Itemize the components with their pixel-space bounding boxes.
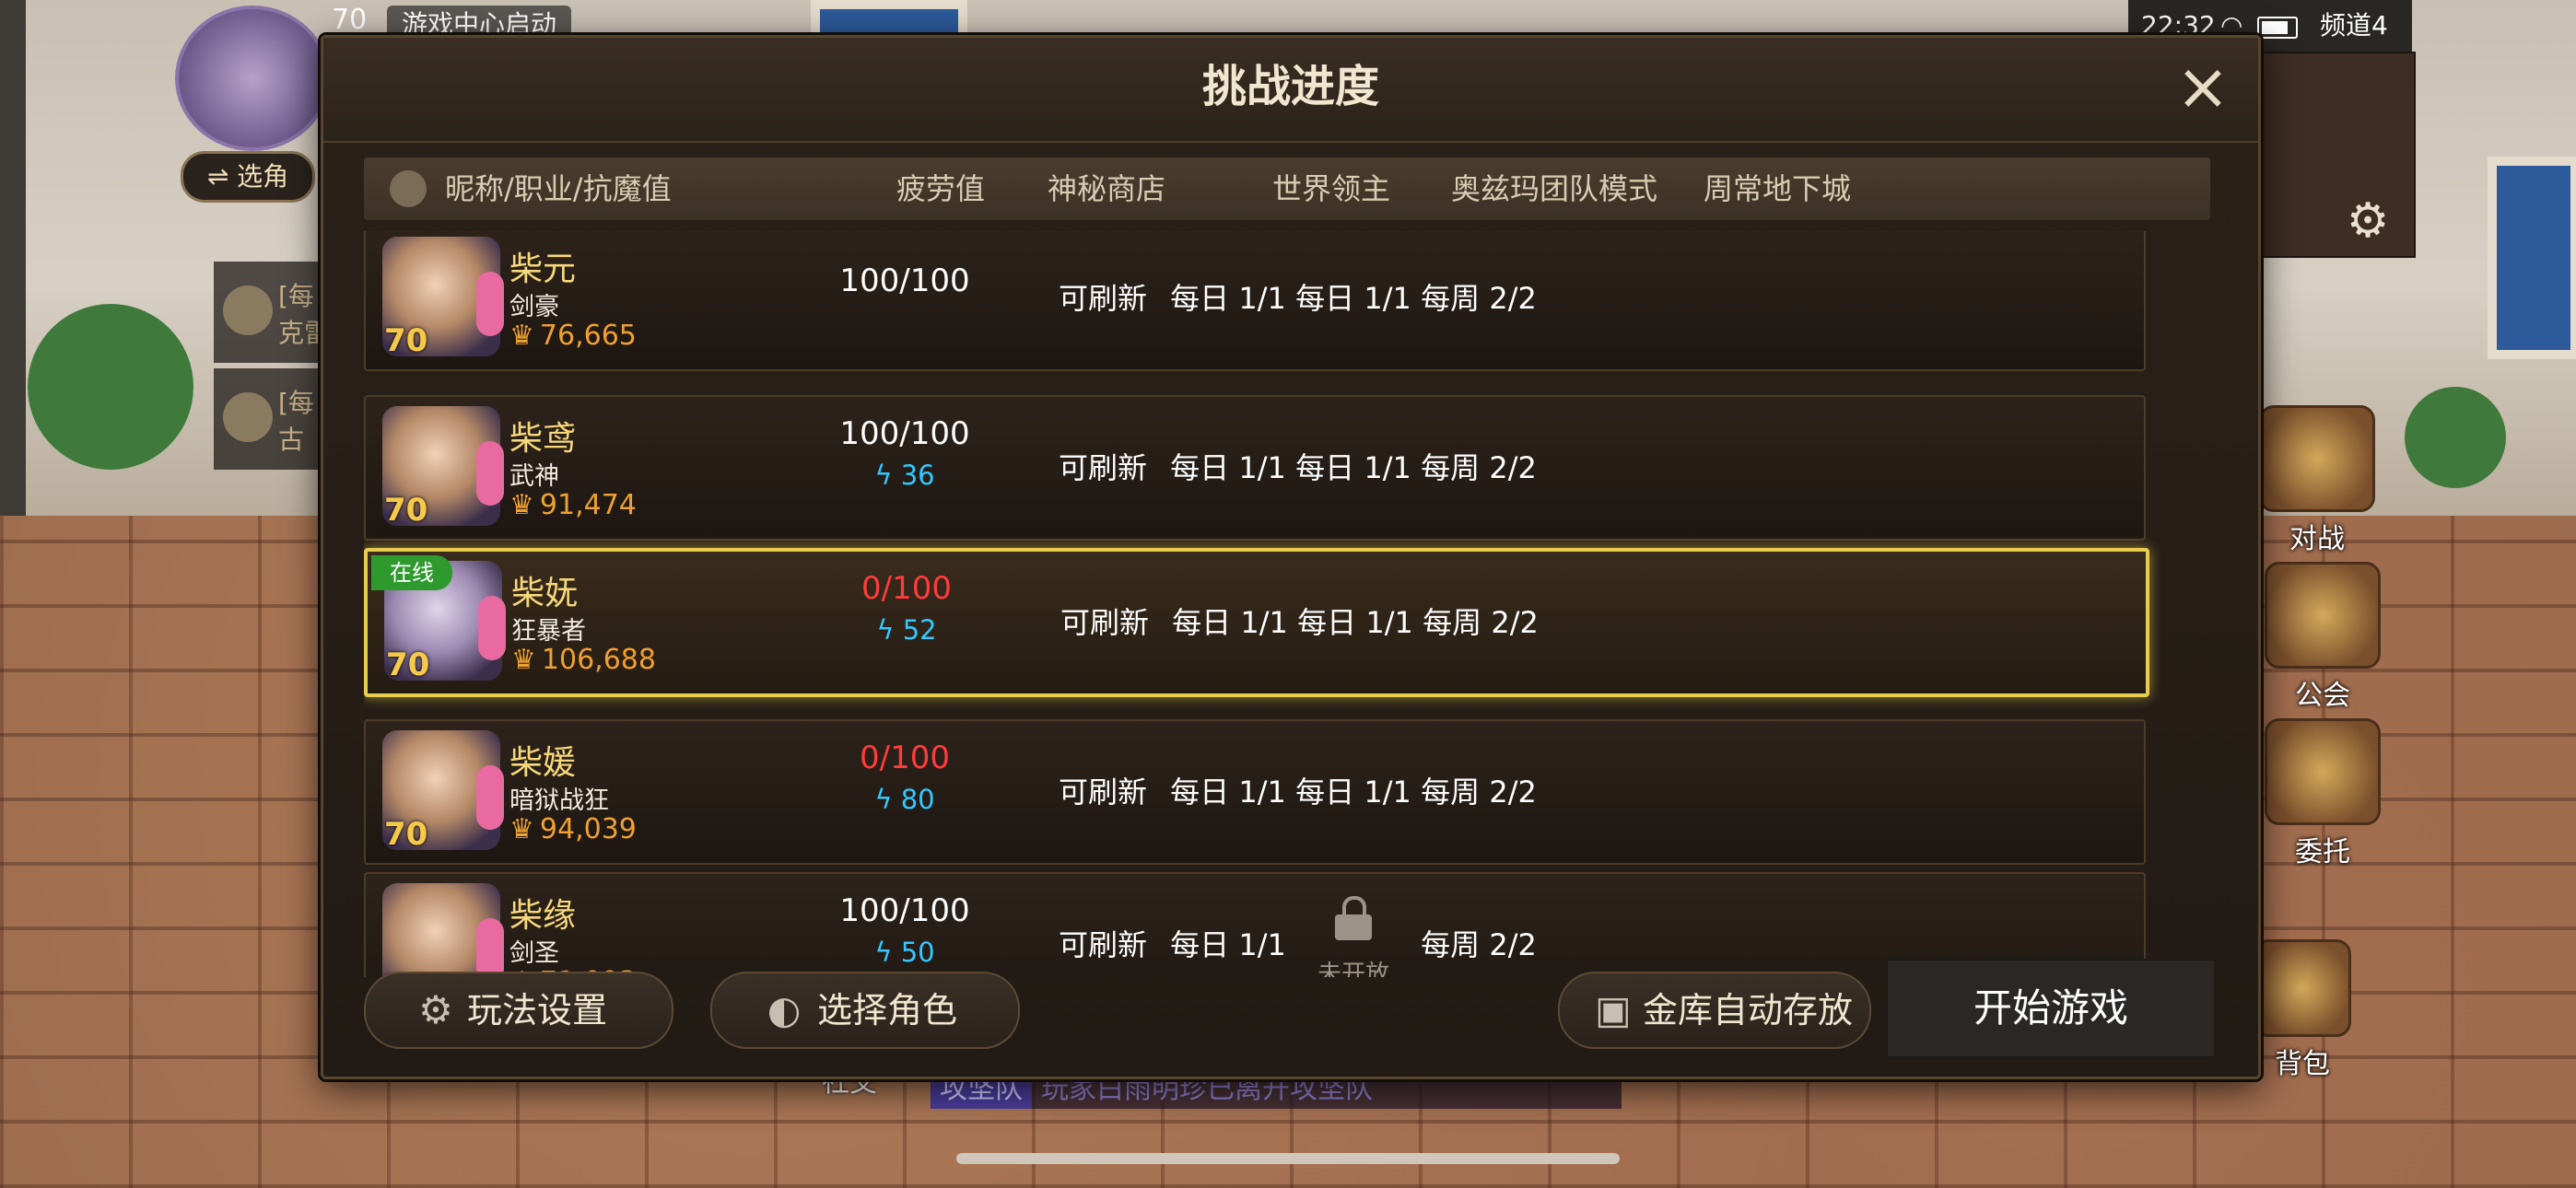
character-swap-icon: ◐ — [767, 987, 802, 1032]
flamingo-float-icon — [476, 272, 504, 336]
fatigue-value: 100/100 — [839, 415, 970, 452]
character-name: 柴缘 — [509, 897, 577, 935]
flamingo-float-icon — [476, 918, 504, 977]
character-name: 柴妩 — [511, 575, 579, 612]
lightning-icon: ϟ — [874, 460, 901, 491]
character-job: 狂暴者 — [511, 617, 586, 646]
character-power: ♛ 106,688 — [511, 644, 656, 676]
character-name: 柴鸢 — [509, 420, 577, 458]
lock-icon — [1335, 896, 1372, 940]
lightning-icon: ϟ — [874, 937, 901, 968]
header-weekly-dungeon: 周常地下城 — [1704, 171, 1852, 206]
column-header: 昵称/职业/抗魔值 疲劳值 神秘商店 世界领主 奥兹玛团队模式 周常地下城 — [364, 157, 2210, 220]
quest-text: [每古 — [278, 388, 314, 455]
character-level: 70 — [384, 813, 430, 856]
header-character: 昵称/职业/抗魔值 — [445, 171, 672, 206]
gear-icon[interactable]: ⚙ — [2340, 193, 2395, 249]
power-icon: ♛ — [509, 320, 534, 352]
character-job: 剑豪 — [509, 293, 559, 321]
close-icon[interactable]: × — [2173, 54, 2232, 119]
weekly-dungeon-status: 每周 2/2 — [1421, 281, 1537, 316]
weekly-dungeon-status: 每周 2/2 — [1421, 775, 1537, 809]
character-row[interactable]: 70柴缘剑圣♛71,093100/100ϟ 50可刷新每日 1/1未开放每周 2… — [364, 872, 2146, 977]
bush — [2405, 387, 2506, 488]
gameplay-settings-button[interactable]: ⚙ 玩法设置 — [364, 972, 673, 1049]
backpack-icon — [2254, 939, 2351, 1037]
character-level: 70 — [384, 489, 430, 531]
character-row[interactable]: 70 柴媛 暗狱战狂 ♛ 94,039 0/100 ϟ 80 可刷新 每日 1/1 每日 1/1 每… — [364, 719, 2146, 865]
home-indicator[interactable] — [956, 1153, 1620, 1164]
header-fatigue: 疲劳值 — [896, 171, 986, 206]
flamingo-float-icon — [478, 596, 506, 660]
fatigue-bonus: ϟ 80 — [874, 784, 935, 815]
character-job: 剑圣 — [509, 939, 559, 968]
crossed-swords-icon — [2259, 405, 2375, 512]
battery-icon — [2257, 17, 2298, 39]
character-job: 暗狱战狂 — [509, 786, 609, 815]
dialog-title: 挑战进度 — [323, 38, 2258, 143]
character-row[interactable]: 70 柴鸢 武神 ♛ 91,474 100/100 ϟ 36 可刷新 每日 1/1 每日 1/1 每… — [364, 395, 2146, 541]
fatigue-bonus: ϟ 52 — [876, 614, 937, 646]
notice-board-icon — [2265, 718, 2381, 825]
vault-icon: ▣ — [1595, 987, 1632, 1032]
guild-crest-icon — [2265, 562, 2381, 669]
character-power: ♛ 91,474 — [509, 489, 637, 521]
challenge-progress-dialog: 挑战进度 × 昵称/职业/抗魔值 疲劳值 神秘商店 世界领主 奥兹玛团队模式 周… — [321, 35, 2261, 1079]
power-icon: ♛ — [509, 489, 534, 521]
battle-button[interactable]: 对战 — [2248, 405, 2386, 556]
select-character-button[interactable]: ◐ 选择角色 — [710, 972, 1020, 1049]
power-icon: ♛ — [511, 644, 536, 676]
weekly-dungeon-status: 每周 2/2 — [1423, 605, 1539, 640]
scroll-icon — [223, 285, 273, 335]
guild-button[interactable]: 公会 — [2254, 562, 2392, 713]
character-head-icon — [390, 170, 427, 207]
lightning-icon: ϟ — [876, 614, 903, 646]
character-level: 70 — [384, 320, 430, 362]
character-name: 柴媛 — [509, 744, 577, 782]
vault-auto-store-button[interactable]: ▣ 金库自动存放 — [1558, 972, 1871, 1049]
character-name: 柴元 — [509, 250, 577, 288]
header-world-boss: 世界领主 — [1272, 171, 1391, 206]
character-power: ♛ 76,665 — [509, 320, 637, 352]
character-job: 武神 — [509, 462, 559, 491]
weekly-dungeon-status: 每周 2/2 — [1421, 927, 1537, 962]
fatigue-value: 100/100 — [839, 262, 970, 299]
flamingo-float-icon — [476, 765, 504, 830]
character-level: 70 — [386, 644, 432, 686]
channel-label[interactable]: 频道4 — [2320, 0, 2388, 52]
weekly-dungeon-status: 每周 2/2 — [1421, 450, 1537, 485]
character-power: ♛ 94,039 — [509, 813, 637, 845]
header-mystery-shop: 神秘商店 — [1048, 171, 1166, 206]
blue-door — [2488, 157, 2576, 359]
fatigue-bonus: ϟ 36 — [874, 460, 935, 491]
lightning-icon: ϟ — [874, 784, 901, 815]
online-badge: 在线 — [371, 555, 452, 590]
commission-button[interactable]: 委托 — [2254, 718, 2392, 869]
gear-icon: ⚙ — [418, 987, 453, 1032]
fatigue-value: 0/100 — [861, 570, 952, 607]
bush — [28, 304, 193, 470]
player-level: 70 — [332, 4, 368, 36]
flamingo-float-icon — [476, 441, 504, 506]
fatigue-bonus: ϟ 50 — [874, 937, 935, 968]
character-list[interactable]: 70 柴元 剑豪 ♛ 76,665 100/100 可刷新 每日 1/1 每日 1/1 每周 2/… — [364, 231, 2210, 977]
header-ozma-raid: 奥兹玛团队模式 — [1451, 171, 1658, 206]
switch-character-button[interactable]: ⇌ 选角 — [181, 151, 315, 203]
power-icon: ♛ — [509, 813, 534, 845]
character-row[interactable]: 70 在线 柴妩 狂暴者 ♛ 106,688 0/100 ϟ 52 可刷新 每日 1/1 每日 1/… — [364, 548, 2149, 697]
lamp-pole — [0, 0, 26, 516]
character-row[interactable]: 70 柴元 剑豪 ♛ 76,665 100/100 可刷新 每日 1/1 每日 1/1 每周 2/… — [364, 231, 2146, 371]
npc-icon — [223, 392, 273, 442]
start-game-button[interactable]: 开始游戏 — [1886, 959, 2216, 1058]
player-avatar[interactable] — [175, 6, 330, 151]
fatigue-value: 100/100 — [839, 892, 970, 929]
fatigue-value: 0/100 — [860, 740, 950, 776]
